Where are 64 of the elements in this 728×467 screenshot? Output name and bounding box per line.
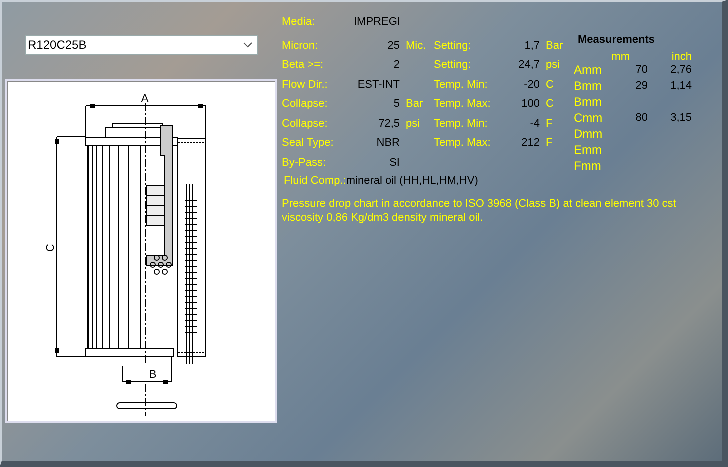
dropdown-value: R120C25B <box>28 37 87 54</box>
spec-label: Temp. Min: <box>434 78 489 92</box>
spec-unit: psi <box>546 58 560 73</box>
note-text: Pressure drop chart in accordance to ISO 3968 (Class B) at clean element 30 cst viscosity 0,86 Kg/dm3 density mineral oil. <box>282 196 678 224</box>
measure-label: Bmm <box>574 79 602 94</box>
measure-label: Dmm <box>574 127 603 142</box>
dimension-label: A <box>141 93 149 105</box>
spec-value: 5 <box>394 97 400 112</box>
measure-value: 1,14 <box>670 79 692 94</box>
dimension-line <box>122 356 172 384</box>
spec-label: Setting: <box>434 58 472 73</box>
dimension-label: B <box>149 369 157 381</box>
model-dropdown[interactable]: R120C25B <box>25 35 258 55</box>
spec-value: NBR <box>376 136 400 151</box>
spec-unit: F <box>546 116 553 132</box>
spec-value: 212 <box>522 136 540 151</box>
spec-label: Beta >=: <box>282 58 325 73</box>
spec-value: -20 <box>524 78 540 92</box>
measurements-title: Measurements <box>578 33 656 48</box>
spec-value: EST-INT <box>358 78 400 92</box>
spec-value: 2 <box>394 58 400 73</box>
spec-label: By-Pass: <box>282 156 328 170</box>
spec-value: mineral oil (HH,HL,HM,HV) <box>346 174 478 190</box>
chevron-down-icon <box>243 42 253 48</box>
o-ring-drawing <box>116 402 178 410</box>
spec-value: IMPREGI <box>354 14 400 30</box>
spec-unit: C <box>546 97 554 112</box>
dimension-label: C <box>45 244 57 252</box>
spec-value: -4 <box>530 116 540 132</box>
measure-label: Bmm <box>574 95 602 110</box>
spec-value: 72,5 <box>378 116 400 132</box>
spec-value: 100 <box>522 97 540 112</box>
spec-unit: Bar <box>546 38 564 54</box>
measure-value: 80 <box>636 111 648 126</box>
measure-value: 29 <box>636 79 648 94</box>
spec-label: Collapse: <box>282 116 329 132</box>
spec-label: Seal Type: <box>282 136 335 151</box>
spec-label: Fluid Comp.: <box>284 174 346 190</box>
spec-value: 25 <box>388 38 400 54</box>
measure-label: Fmm <box>574 159 602 174</box>
spec-label: Setting: <box>434 38 472 54</box>
measure-label: Amm <box>574 63 602 78</box>
spec-label: Temp. Min: <box>434 116 489 132</box>
spec-value: SI <box>390 156 400 170</box>
column-header: inch <box>672 50 692 62</box>
spec-label: Temp. Max: <box>434 136 492 151</box>
measure-value: 70 <box>636 63 648 78</box>
spec-value: 1,7 <box>524 38 540 54</box>
spec-label: Temp. Max: <box>434 97 492 112</box>
spec-unit: psi <box>406 116 420 132</box>
spec-label: Collapse: <box>282 97 329 112</box>
spec-unit: F <box>546 136 553 151</box>
spec-unit: Bar <box>406 97 424 112</box>
spec-label: Flow Dir.: <box>282 78 329 92</box>
measure-value: 3,15 <box>670 111 692 126</box>
column-header: mm <box>612 50 630 62</box>
spec-label: Micron: <box>282 38 320 54</box>
spec-value: 24,7 <box>518 58 540 73</box>
spec-label: Media: <box>282 14 316 30</box>
measure-value: 2,76 <box>670 63 692 78</box>
measure-label: Cmm <box>574 111 603 126</box>
measure-label: Emm <box>574 143 602 158</box>
spec-unit: Mic. <box>406 38 426 54</box>
spec-unit: C <box>546 78 554 92</box>
